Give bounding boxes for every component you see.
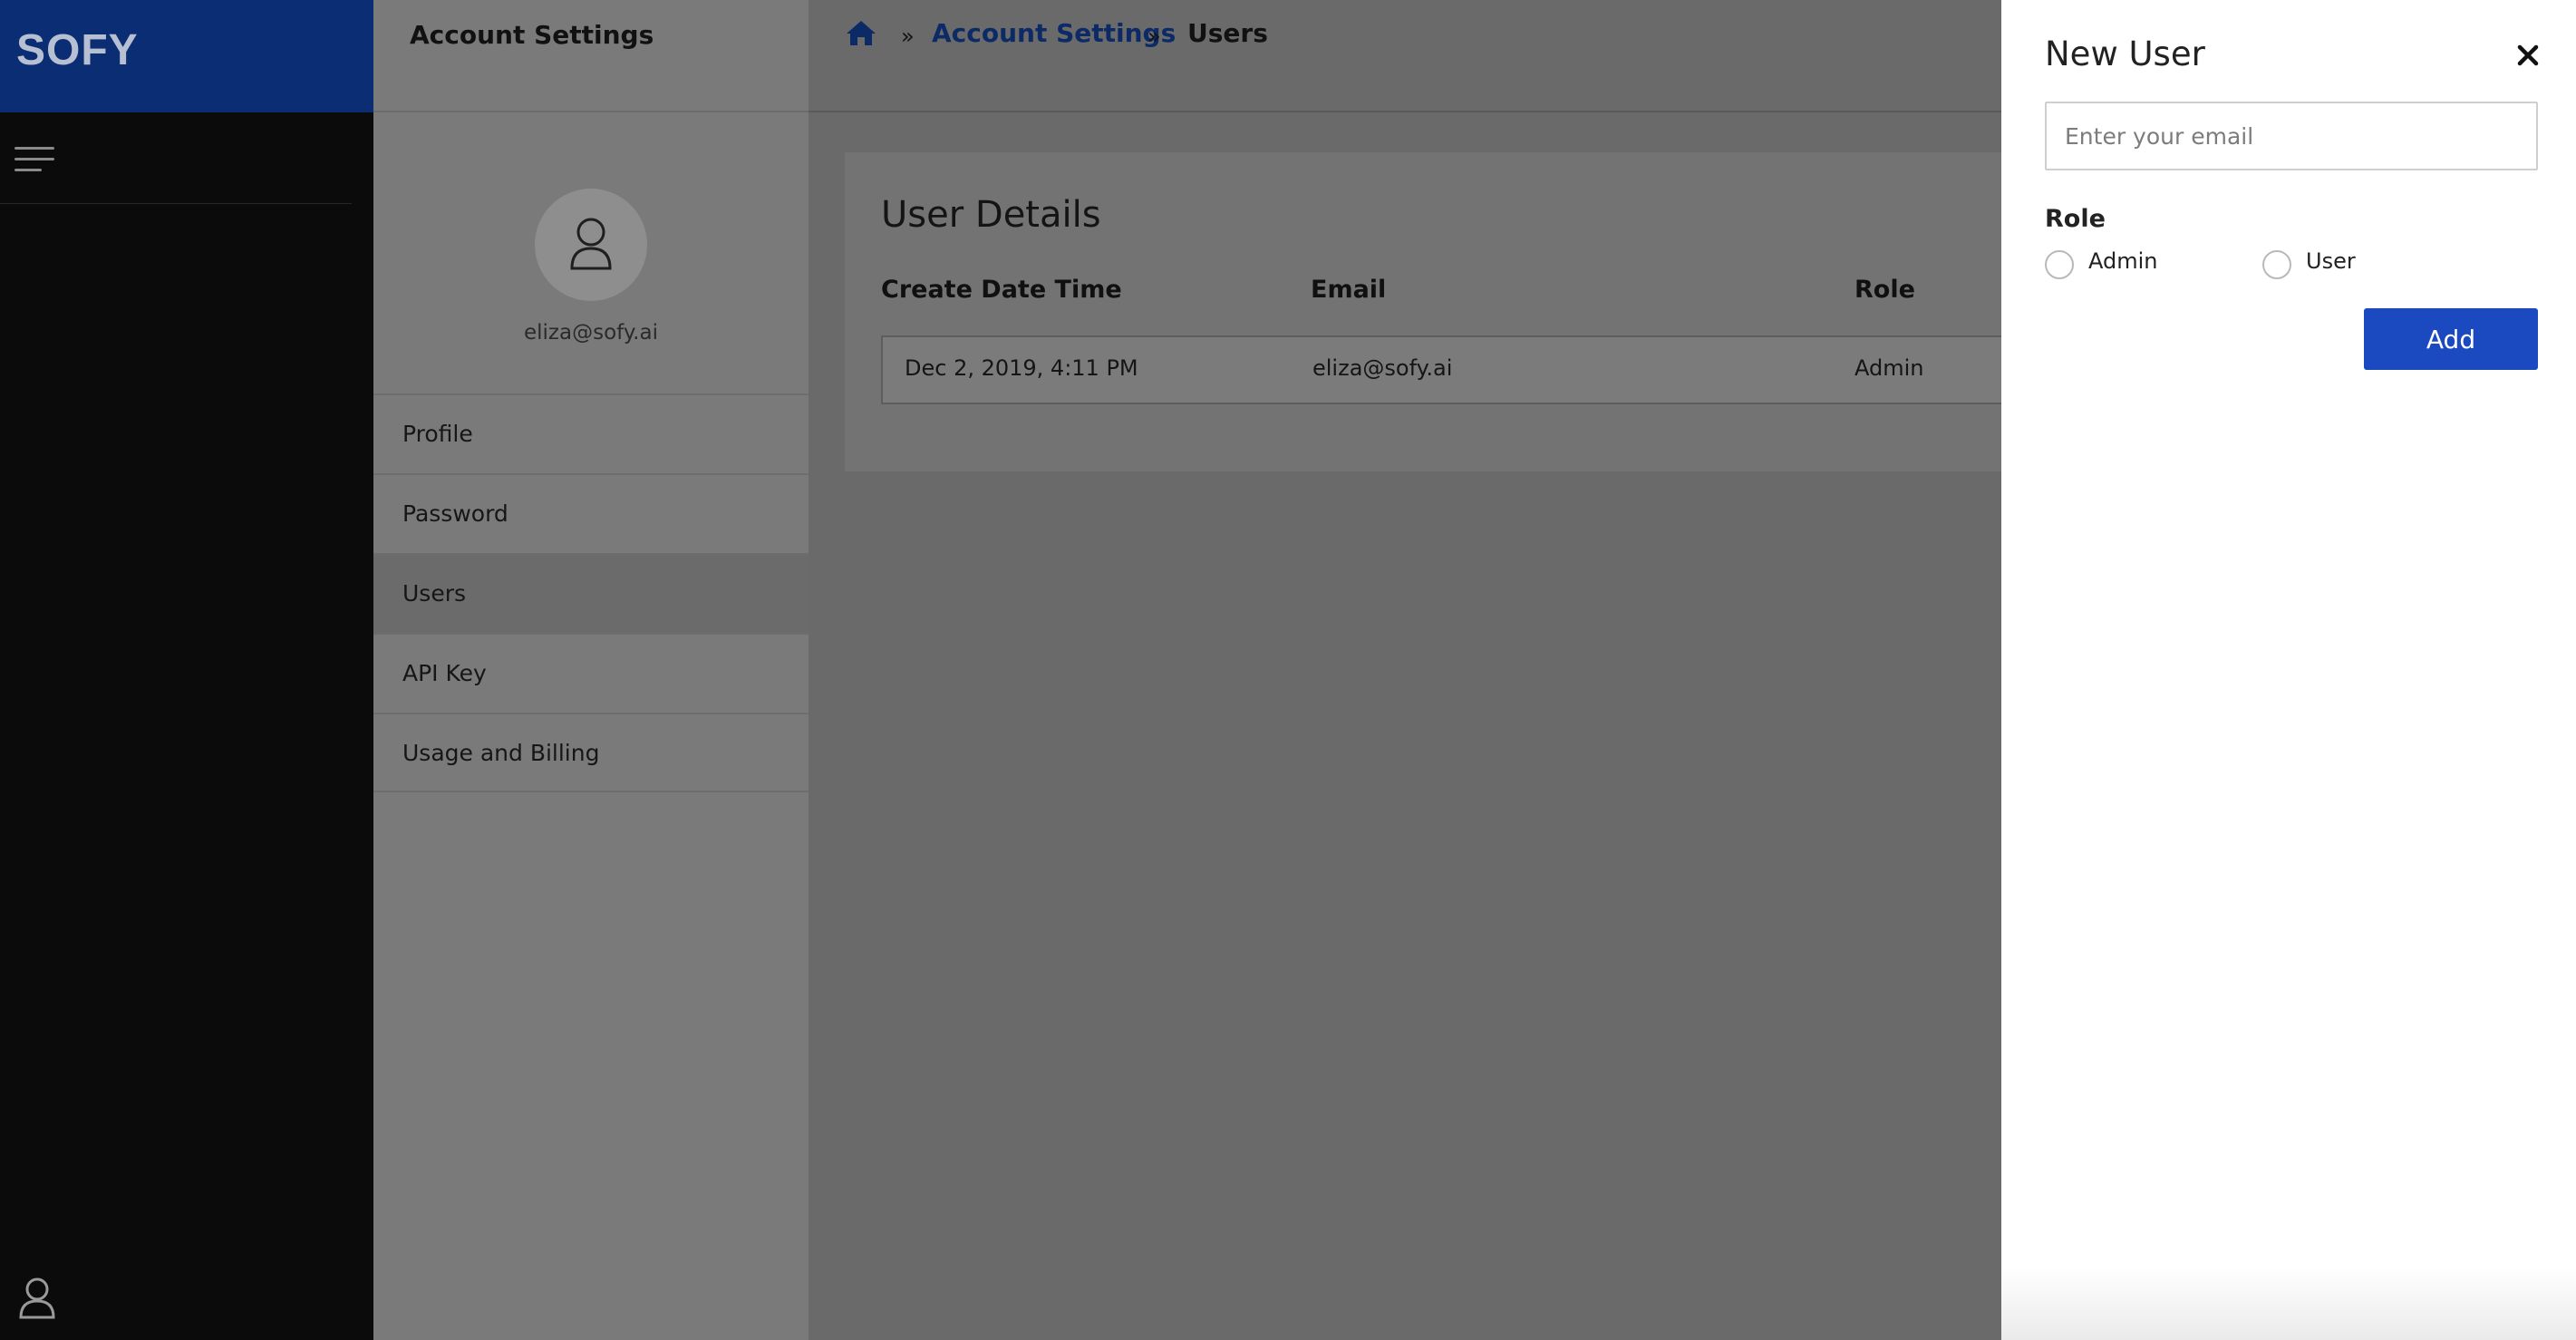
- user-details-card: User Details Create Date Time Email Role…: [845, 152, 2023, 471]
- user-avatar-icon: [570, 218, 612, 270]
- menu-item-profile[interactable]: Profile: [373, 393, 809, 473]
- avatar: [535, 189, 647, 301]
- rail-divider: [0, 203, 352, 204]
- account-settings-sidebar: Account Settings eliza@sofy.ai Profile P…: [373, 0, 809, 1340]
- breadcrumb-account-settings[interactable]: Account Settings: [932, 18, 1176, 48]
- user-details-title: User Details: [881, 194, 1101, 236]
- new-user-drawer: New User Role Admin User Add: [2001, 0, 2576, 1340]
- drawer-title: New User: [2045, 34, 2205, 73]
- cell-role: Admin: [1855, 355, 1924, 381]
- breadcrumb-separator: »: [901, 24, 915, 49]
- column-header-create-date: Create Date Time: [881, 276, 1122, 304]
- email-field[interactable]: [2045, 102, 2538, 170]
- breadcrumb: » Account Settings » Users: [809, 0, 2001, 112]
- sofy-logo[interactable]: SOFY: [16, 25, 139, 75]
- close-icon[interactable]: [2514, 42, 2542, 69]
- settings-header: Account Settings: [373, 0, 809, 112]
- menu-item-api-key[interactable]: API Key: [373, 633, 809, 713]
- radio-admin[interactable]: [2045, 250, 2074, 279]
- settings-menu: Profile Password Users API Key Usage and…: [373, 393, 809, 792]
- app-rail: SOFY: [0, 0, 373, 1340]
- brand-header: SOFY: [0, 0, 373, 112]
- add-user-button[interactable]: Add: [2364, 308, 2538, 370]
- menu-item-users[interactable]: Users: [373, 553, 809, 633]
- radio-label-admin[interactable]: Admin: [2088, 248, 2158, 274]
- main-content: » Account Settings » Users User Details …: [809, 0, 2023, 1340]
- radio-user[interactable]: [2262, 250, 2291, 279]
- role-label: Role: [2045, 205, 2106, 233]
- menu-item-usage-billing[interactable]: Usage and Billing: [373, 713, 809, 792]
- hamburger-menu-icon[interactable]: [15, 147, 54, 172]
- user-profile-icon[interactable]: [16, 1275, 58, 1320]
- breadcrumb-users: Users: [1187, 18, 1268, 48]
- column-header-email: Email: [1311, 276, 1387, 304]
- breadcrumb-separator: »: [1148, 24, 1161, 49]
- current-user-email: eliza@sofy.ai: [524, 321, 658, 345]
- drawer-bottom-shade: [2001, 1267, 2576, 1340]
- column-header-role: Role: [1855, 276, 1915, 304]
- cell-email: eliza@sofy.ai: [1312, 355, 1453, 381]
- menu-item-password[interactable]: Password: [373, 473, 809, 553]
- table-row[interactable]: Dec 2, 2019, 4:11 PM eliza@sofy.ai Admin: [881, 335, 2023, 404]
- cell-create-date: Dec 2, 2019, 4:11 PM: [905, 355, 1138, 381]
- settings-title: Account Settings: [410, 20, 654, 50]
- radio-label-user[interactable]: User: [2306, 248, 2356, 274]
- home-icon[interactable]: [845, 18, 877, 51]
